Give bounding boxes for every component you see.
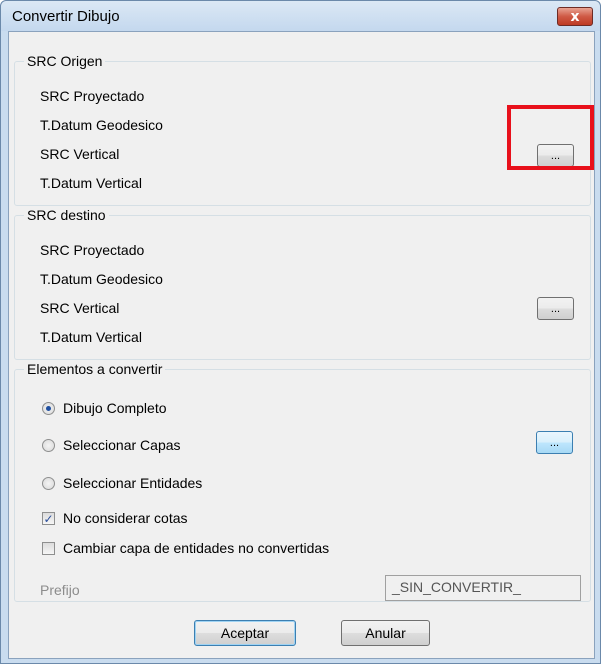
group-src-destino: SRC destino SRC Proyectado T.Datum Geode… <box>14 207 591 360</box>
group-src-origen-legend: SRC Origen <box>24 53 106 69</box>
radio-seleccionar-entidades[interactable] <box>42 477 55 490</box>
src-destino-proyectado-label: SRC Proyectado <box>40 242 145 258</box>
prefix-label: Prefijo <box>40 582 80 598</box>
checkmark-icon: ✓ <box>43 511 54 526</box>
close-icon: x <box>570 8 580 25</box>
title-bar[interactable]: Convertir Dibujo x <box>1 1 600 31</box>
radio-seleccionar-entidades-label[interactable]: Seleccionar Entidades <box>63 475 202 491</box>
prefix-input[interactable]: _SIN_CONVERTIR_ <box>385 575 581 601</box>
src-origen-datum-vertical-label: T.Datum Vertical <box>40 175 142 191</box>
dialog-window: Convertir Dibujo x SRC Origen SRC Proyec… <box>0 0 601 664</box>
close-button[interactable]: x <box>557 7 593 26</box>
src-destino-browse-button[interactable]: ... <box>537 297 574 320</box>
checkbox-cambiar-capa[interactable] <box>42 542 55 555</box>
group-src-origen: SRC Origen SRC Proyectado T.Datum Geodes… <box>14 53 591 206</box>
src-destino-datum-vertical-label: T.Datum Vertical <box>40 329 142 345</box>
src-origen-vertical-label: SRC Vertical <box>40 146 120 162</box>
radio-dibujo-completo[interactable] <box>42 402 55 415</box>
radio-seleccionar-capas[interactable] <box>42 439 55 452</box>
src-destino-vertical-label: SRC Vertical <box>40 300 120 316</box>
radio-seleccionar-capas-label[interactable]: Seleccionar Capas <box>63 437 181 453</box>
radio-dibujo-completo-label[interactable]: Dibujo Completo <box>63 400 167 416</box>
cancel-button[interactable]: Anular <box>341 620 430 646</box>
group-src-destino-legend: SRC destino <box>24 207 109 223</box>
checkbox-no-considerar-cotas-label[interactable]: No considerar cotas <box>63 510 188 526</box>
window-title: Convertir Dibujo <box>12 8 120 25</box>
accept-button[interactable]: Aceptar <box>194 620 296 646</box>
group-elementos-legend: Elementos a convertir <box>24 361 166 377</box>
checkbox-cambiar-capa-label[interactable]: Cambiar capa de entidades no convertidas <box>63 540 329 556</box>
checkbox-no-considerar-cotas[interactable]: ✓ <box>42 512 55 525</box>
src-origen-datum-geodesico-label: T.Datum Geodesico <box>40 117 163 133</box>
src-destino-datum-geodesico-label: T.Datum Geodesico <box>40 271 163 287</box>
capas-browse-button[interactable]: ... <box>536 431 573 454</box>
highlight-box <box>507 105 594 170</box>
src-origen-proyectado-label: SRC Proyectado <box>40 88 145 104</box>
